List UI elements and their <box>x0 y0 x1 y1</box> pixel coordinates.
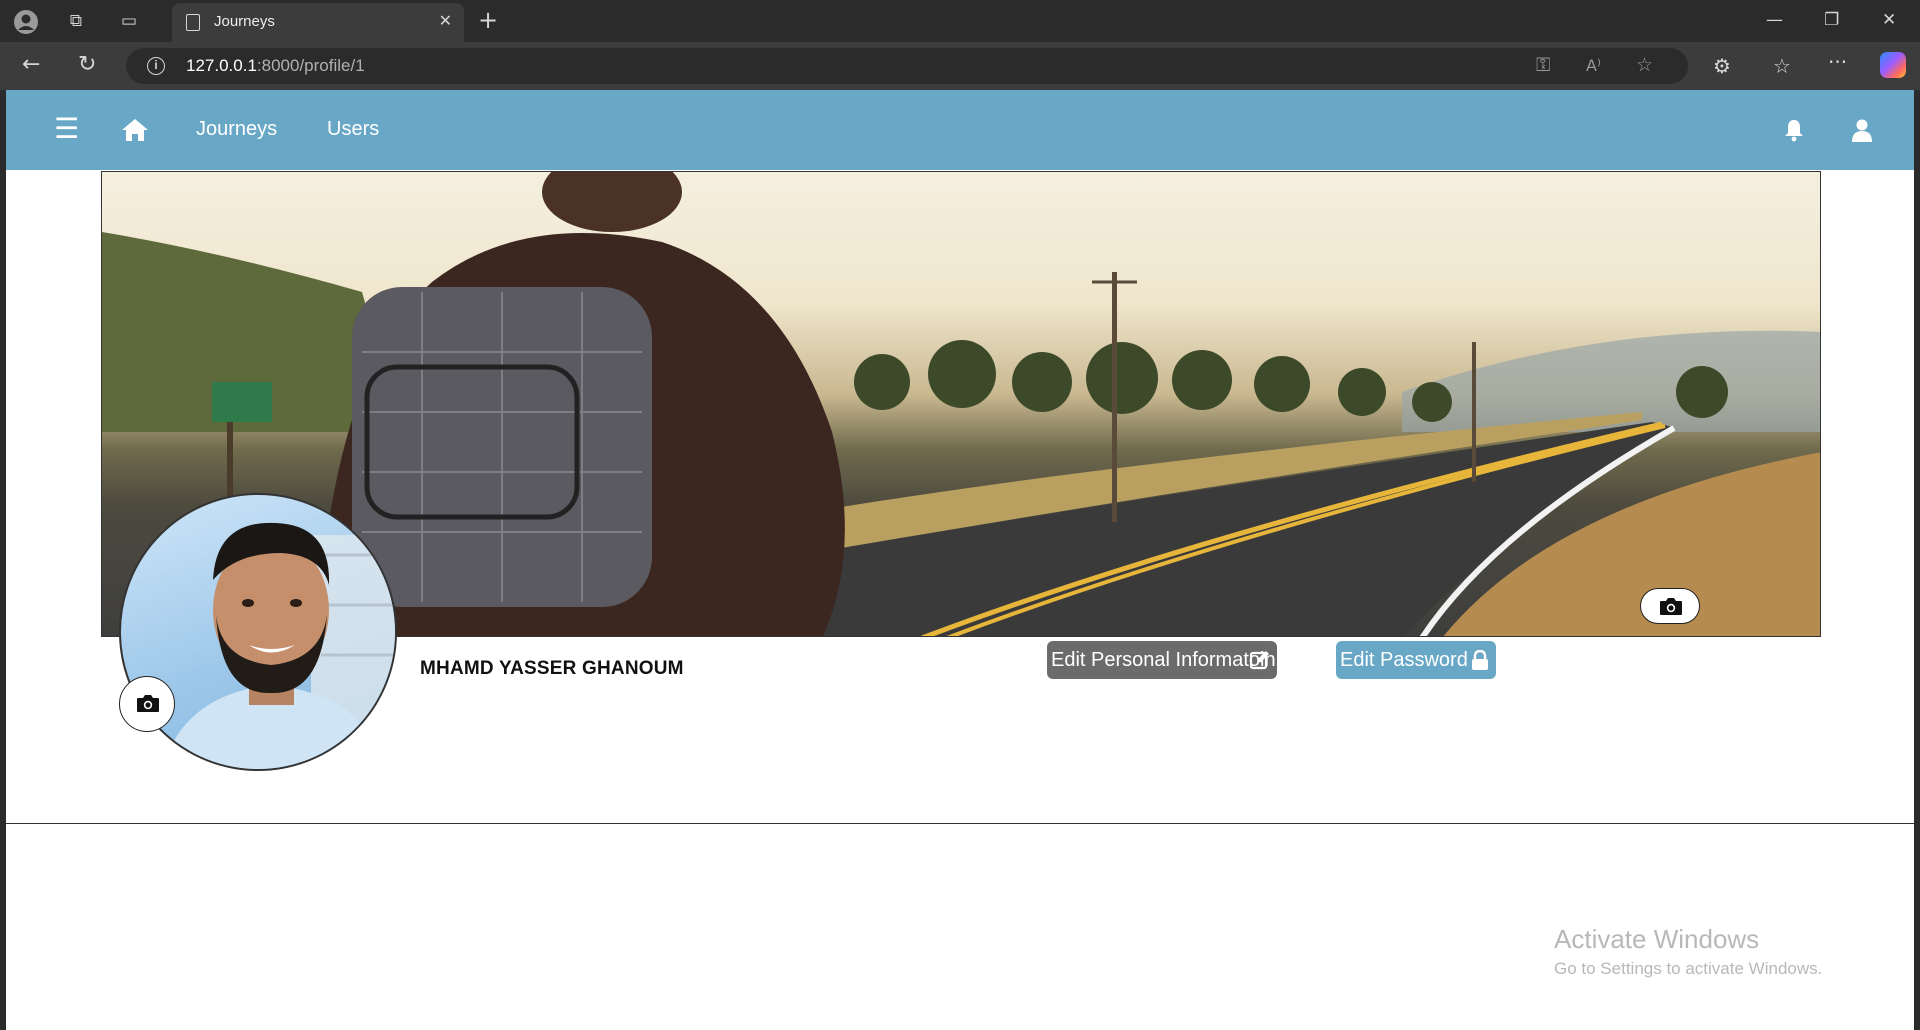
back-icon[interactable]: ← <box>22 52 40 77</box>
close-window-icon[interactable]: ✕ <box>1882 10 1896 30</box>
new-tab-icon[interactable]: + <box>478 6 498 34</box>
copilot-icon[interactable] <box>1880 52 1906 78</box>
browser-tab[interactable]: Journeys ✕ <box>172 3 464 42</box>
browser-tab-bar: ⧉ ▭ Journeys ✕ + — ❐ ✕ <box>0 0 1920 42</box>
page-viewport: ☰ Journeys Users MHAMD YASSER GHANOUM Ed… <box>0 90 1920 1030</box>
camera-icon <box>1660 598 1682 615</box>
vertical-tabs-icon[interactable]: ▭ <box>116 9 142 33</box>
reload-icon[interactable]: ↻ <box>78 52 96 77</box>
edit-icon <box>1250 651 1269 670</box>
workspaces-icon[interactable]: ⧉ <box>63 9 89 33</box>
home-icon[interactable] <box>121 118 149 142</box>
nav-link-journeys[interactable]: Journeys <box>196 118 277 141</box>
camera-icon <box>137 695 159 712</box>
extensions-icon[interactable]: ⚙ <box>1713 54 1731 78</box>
edit-password-label: Edit Password <box>1340 649 1468 671</box>
password-key-icon[interactable]: ⚿ <box>1536 54 1550 76</box>
activate-windows-watermark: Activate Windows Go to Settings to activ… <box>1554 924 1822 979</box>
minimize-icon[interactable]: — <box>1766 10 1783 30</box>
edit-password-button[interactable]: Edit Password <box>1336 641 1496 679</box>
browser-toolbar: ← ↻ i 127.0.0.1:8000/profile/1 ⚿ A⁾ ☆ ⚙ … <box>0 42 1920 90</box>
lock-icon <box>1472 650 1488 670</box>
favorites-icon[interactable]: ☆ <box>1773 54 1791 78</box>
profile-icon[interactable] <box>13 9 39 34</box>
edit-personal-info-button[interactable]: Edit Personal Informatoin <box>1047 641 1277 679</box>
url-text: 127.0.0.1:8000/profile/1 <box>186 56 365 75</box>
change-cover-button[interactable] <box>1640 588 1700 624</box>
tab-title: Journeys <box>214 13 275 30</box>
page-icon <box>186 14 200 31</box>
address-bar[interactable]: i 127.0.0.1:8000/profile/1 ⚿ A⁾ ☆ <box>126 48 1688 84</box>
read-aloud-icon[interactable]: A⁾ <box>1586 56 1601 75</box>
bell-icon[interactable] <box>1782 118 1806 142</box>
more-options-icon[interactable]: ··· <box>1828 50 1847 74</box>
profile-card: MHAMD YASSER GHANOUM Edit Personal Infor… <box>6 170 1914 824</box>
restore-icon[interactable]: ❐ <box>1824 10 1839 30</box>
close-tab-icon[interactable]: ✕ <box>439 11 452 30</box>
site-info-icon[interactable]: i <box>147 57 165 75</box>
user-icon[interactable] <box>1850 118 1874 142</box>
menu-icon[interactable]: ☰ <box>54 112 79 145</box>
activate-windows-subtitle: Go to Settings to activate Windows. <box>1554 959 1823 978</box>
edit-personal-info-label: Edit Personal Informatoin <box>1051 649 1276 671</box>
change-avatar-button[interactable] <box>119 676 175 732</box>
favorite-star-icon[interactable]: ☆ <box>1636 54 1653 76</box>
top-navbar: ☰ Journeys Users <box>6 90 1914 170</box>
activate-windows-title: Activate Windows <box>1554 924 1760 954</box>
profile-name: MHAMD YASSER GHANOUM <box>420 658 684 679</box>
nav-link-users[interactable]: Users <box>327 118 379 141</box>
